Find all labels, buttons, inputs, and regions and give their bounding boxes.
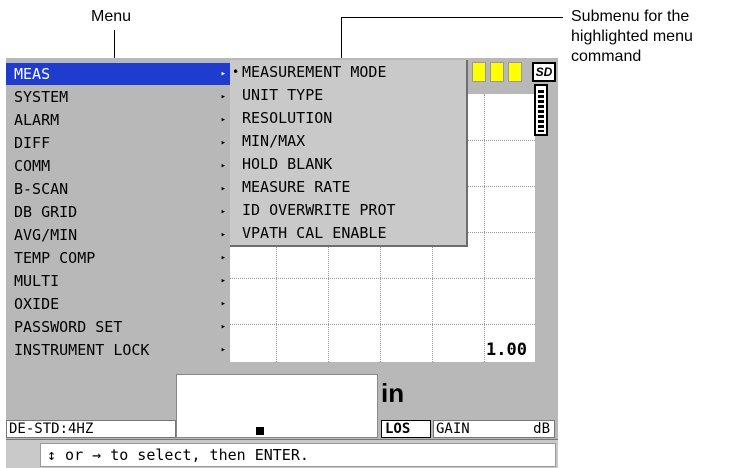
submenu-arrow-icon: ▸ [220,345,226,355]
status-indicators: SD [468,60,558,82]
submenu-item-unit-type[interactable]: UNIT TYPE [230,84,466,107]
submenu-item-label: RESOLUTION [242,109,333,127]
submenu-item-label: UNIT TYPE [242,86,324,104]
menu-item-instrument-lock[interactable]: INSTRUMENT LOCK ▸ [6,339,230,361]
submenu-item-vpath-cal-enable[interactable]: VPATH CAL ENABLE [230,222,466,245]
help-bar: ↕ or → to select, then ENTER. [6,439,558,468]
measurement-box [176,374,378,438]
menu-item-comm[interactable]: COMM ▸ [6,155,230,177]
main-menu: MEAS ▸ SYSTEM ▸ ALARM ▸ DIFF ▸ COMM ▸ B-SCAN ▸ DB GR… [6,60,230,366]
submenu-item-hold-blank[interactable]: HOLD BLANK [230,153,466,176]
submenu-item-label: MEASUREMENT MODE [242,63,387,81]
menu-item-label: AVG/MIN [14,226,78,244]
submenu-callout-line2: highlighted menu [571,28,693,45]
grid-line [484,94,485,362]
measurement-value: 1.00 [486,340,527,360]
menu-item-label: SYSTEM [14,88,69,106]
indicator-box [508,62,522,82]
gain-unit: dB [533,421,550,437]
los-indicator: LOS [381,420,431,438]
submenu-callout-line3: command [571,48,642,65]
submenu-arrow-icon: ▸ [220,299,226,309]
menu-item-oxide[interactable]: OXIDE ▸ [6,293,230,315]
menu-item-avg-min[interactable]: AVG/MIN ▸ [6,224,230,246]
sd-card-icon: SD [532,62,556,82]
submenu-item-id-overwrite-prot[interactable]: ID OVERWRITE PROT [230,199,466,222]
menu-item-label: TEMP COMP [14,249,96,267]
submenu-arrow-icon: ▸ [220,115,226,125]
transducer-status: DE-STD:4HZ [6,420,176,438]
submenu-callout: Submenu for the highlighted menu command [571,7,731,67]
submenu-callout-line-h [341,17,563,18]
menu-item-alarm[interactable]: ALARM ▸ [6,109,230,131]
gain-label: GAIN [436,421,470,437]
menu-item-multi[interactable]: MULTI ▸ [6,270,230,292]
menu-item-label: COMM [14,157,51,175]
submenu-arrow-icon: ▸ [220,69,226,79]
menu-item-label: DB GRID [14,203,78,221]
submenu-item-label: MEASURE RATE [242,178,351,196]
menu-item-temp-comp[interactable]: TEMP COMP ▸ [6,247,230,269]
submenu-item-measure-rate[interactable]: MEASURE RATE [230,176,466,199]
cursor-marker [256,427,264,435]
selected-bullet-icon: • [232,65,240,79]
menu-item-label: PASSWORD SET [14,318,123,336]
submenu-arrow-icon: ▸ [220,230,226,240]
help-text: ↕ or → to select, then ENTER. [40,443,556,467]
submenu-item-label: ID OVERWRITE PROT [242,201,396,219]
submenu-item-min-max[interactable]: MIN/MAX [230,130,466,153]
battery-icon [534,84,548,136]
indicator-box [472,62,486,82]
menu-item-diff[interactable]: DIFF ▸ [6,132,230,154]
submenu-callout-line1: Submenu for the [571,8,690,25]
submenu-arrow-icon: ▸ [220,138,226,148]
submenu-arrow-icon: ▸ [220,184,226,194]
submenu-arrow-icon: ▸ [220,253,226,263]
menu-item-password-set[interactable]: PASSWORD SET ▸ [6,316,230,338]
submenu-arrow-icon: ▸ [220,161,226,171]
menu-item-label: B-SCAN [14,180,69,198]
menu-item-label: INSTRUMENT LOCK [14,341,150,359]
menu-item-system[interactable]: SYSTEM ▸ [6,86,230,108]
menu-item-label: ALARM [14,111,60,129]
gain-indicator: GAIN dB [433,420,555,438]
menu-item-label: MULTI [14,272,60,290]
submenu-arrow-icon: ▸ [220,92,226,102]
menu-item-db-grid[interactable]: DB GRID ▸ [6,201,230,223]
instrument-screen: SD MEAS ▸ SYSTEM ▸ ALARM ▸ DIFF ▸ COMM ▸ B-SCAN ▸ DB… [6,58,558,468]
menu-item-label: OXIDE [14,295,60,313]
menu-item-b-scan[interactable]: B-SCAN ▸ [6,178,230,200]
submenu-item-label: MIN/MAX [242,132,306,150]
submenu-arrow-icon: ▸ [220,276,226,286]
submenu-item-label: VPATH CAL ENABLE [242,224,387,242]
indicator-box [490,62,504,82]
submenu-arrow-icon: ▸ [220,207,226,217]
menu-callout: Menu [91,8,132,25]
submenu-arrow-icon: ▸ [220,322,226,332]
submenu-item-measurement-mode[interactable]: • MEASUREMENT MODE [230,61,466,84]
unit-label: in [381,378,405,408]
submenu-item-resolution[interactable]: RESOLUTION [230,107,466,130]
menu-item-meas[interactable]: MEAS ▸ [6,63,230,85]
menu-item-label: MEAS [14,65,51,83]
submenu: • MEASUREMENT MODE UNIT TYPE RESOLUTION MIN/… [230,60,468,247]
submenu-item-label: HOLD BLANK [242,155,333,173]
menu-item-label: DIFF [14,134,51,152]
